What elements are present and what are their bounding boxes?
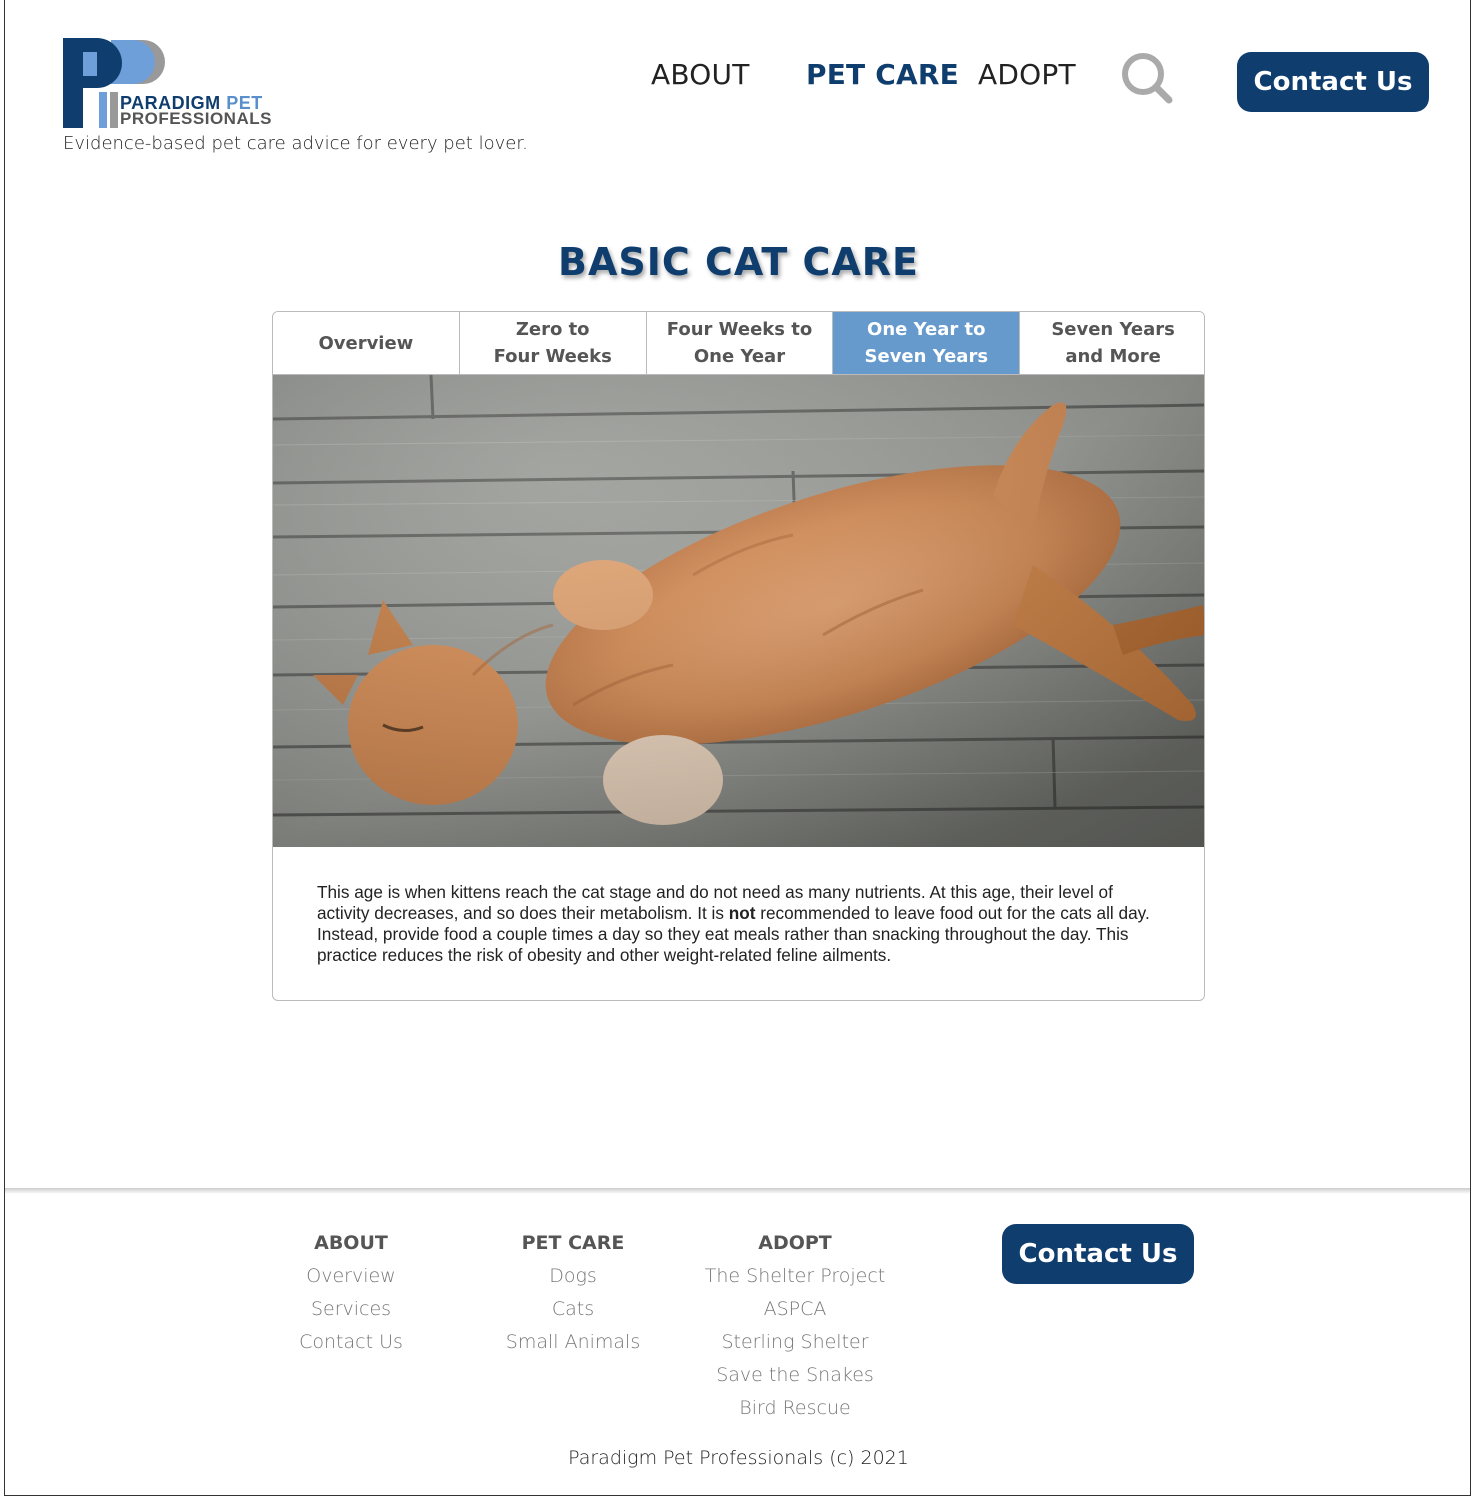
header-contact-button[interactable]: Contact Us (1237, 52, 1429, 112)
footer-heading-adopt[interactable]: ADOPT (695, 1232, 895, 1265)
tab-four-weeks-to-one-year[interactable]: Four Weeks to One Year (646, 312, 834, 375)
footer-link-cats[interactable]: Cats (473, 1298, 673, 1331)
care-card: Overview Zero to Four Weeks Four Weeks t… (272, 311, 1205, 1001)
footer-heading-about[interactable]: ABOUT (251, 1232, 451, 1265)
footer-link-dogs[interactable]: Dogs (473, 1265, 673, 1298)
footer-column-about: ABOUT Overview Services Contact Us (251, 1232, 451, 1364)
nav-adopt[interactable]: ADOPT (978, 58, 1076, 91)
nav-about[interactable]: ABOUT (651, 58, 750, 91)
tab-one-to-seven-years[interactable]: One Year to Seven Years (833, 312, 1021, 375)
footer-link-contact-us[interactable]: Contact Us (251, 1331, 451, 1364)
tab-overview[interactable]: Overview (273, 312, 460, 375)
cat-photo (273, 375, 1204, 847)
page-title: BASIC CAT CARE (557, 240, 919, 284)
page-frame: PARADIGM PET PROFESSIONALS Evidence-base… (4, 0, 1471, 1496)
footer-column-pet-care: PET CARE Dogs Cats Small Animals (473, 1232, 673, 1364)
tagline: Evidence-based pet care advice for every… (63, 133, 528, 154)
tab-zero-to-four-weeks[interactable]: Zero to Four Weeks (459, 312, 647, 375)
care-description: This age is when kittens reach the cat s… (317, 882, 1167, 966)
logo-text: PARADIGM PET PROFESSIONALS (120, 94, 272, 128)
logo[interactable]: PARADIGM PET PROFESSIONALS (63, 38, 293, 130)
footer-contact-button[interactable]: Contact Us (1002, 1224, 1194, 1284)
footer-link-bird-rescue[interactable]: Bird Rescue (695, 1397, 895, 1430)
footer-link-services[interactable]: Services (251, 1298, 451, 1331)
logo-line2: PROFESSIONALS (120, 109, 272, 128)
footer-divider (5, 1188, 1470, 1194)
copyright: Paradigm Pet Professionals (c) 2021 (568, 1447, 909, 1469)
footer-heading-pet-care[interactable]: PET CARE (473, 1232, 673, 1265)
footer-link-sterling-shelter[interactable]: Sterling Shelter (695, 1331, 895, 1364)
search-icon[interactable] (1119, 50, 1175, 106)
footer-column-adopt: ADOPT The Shelter Project ASPCA Sterling… (695, 1232, 895, 1430)
footer-link-small-animals[interactable]: Small Animals (473, 1331, 673, 1364)
footer-link-overview[interactable]: Overview (251, 1265, 451, 1298)
age-tabs: Overview Zero to Four Weeks Four Weeks t… (273, 312, 1204, 375)
nav-pet-care[interactable]: PET CARE (806, 58, 959, 91)
care-description-emphasis: not (728, 903, 756, 923)
footer-link-save-the-snakes[interactable]: Save the Snakes (695, 1364, 895, 1397)
tab-seven-years-and-more[interactable]: Seven Years and More (1020, 312, 1204, 375)
footer-link-shelter-project[interactable]: The Shelter Project (695, 1265, 895, 1298)
footer-link-aspca[interactable]: ASPCA (695, 1298, 895, 1331)
